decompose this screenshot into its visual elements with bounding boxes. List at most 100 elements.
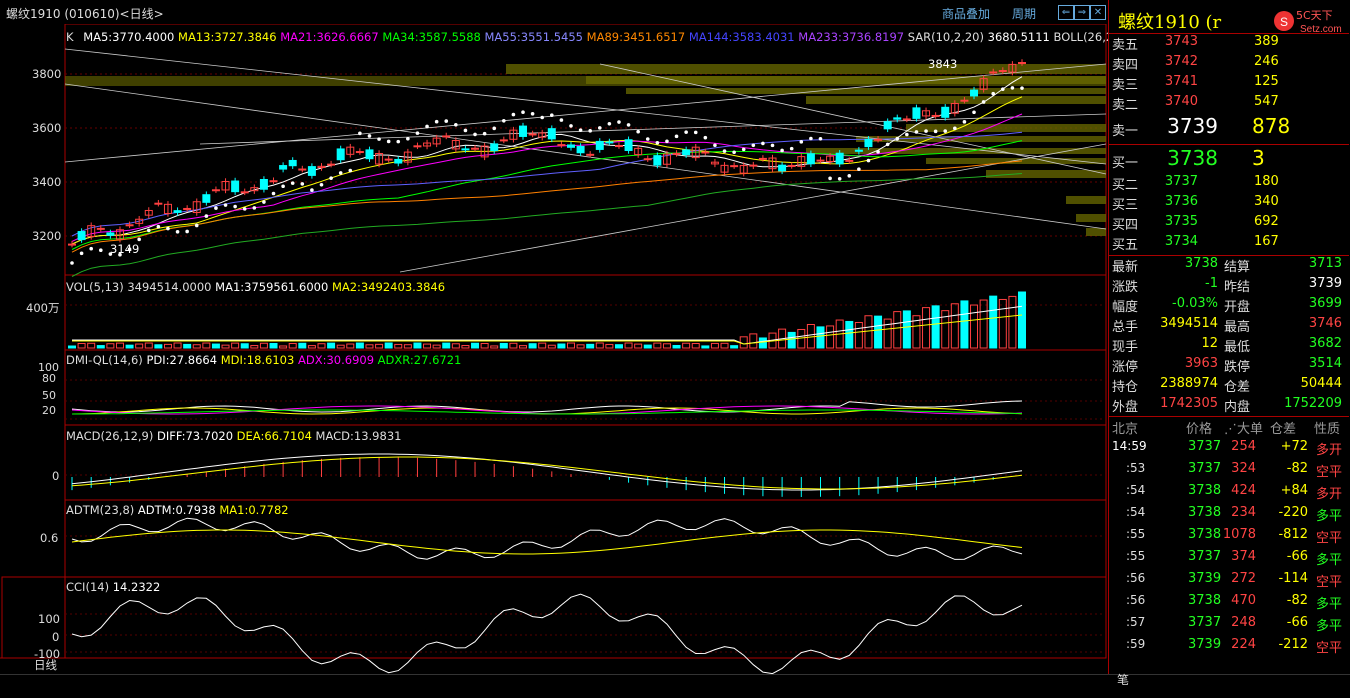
sar-dot: [741, 147, 746, 152]
low-label: 3149: [110, 242, 140, 256]
sar-dot: [415, 131, 420, 135]
ask-label: 卖一: [1112, 124, 1139, 139]
sar-dot: [473, 132, 477, 137]
bid-label: 买五: [1112, 238, 1139, 253]
bid-row-4[interactable]: 买四 3735 692: [1110, 214, 1348, 234]
candle-body: [365, 149, 374, 160]
volume-bar: [519, 345, 528, 349]
candle-body: [327, 163, 336, 166]
candle-body: [240, 191, 249, 194]
volume-bar: [211, 343, 220, 349]
sar-dot: [703, 135, 708, 140]
bid-volume: 3: [1252, 146, 1265, 170]
sar-dot: [252, 206, 257, 210]
bid-row-5[interactable]: 买五 3734 167: [1110, 234, 1348, 254]
tick-volume: 470: [1231, 593, 1256, 608]
stat-label: 最低: [1224, 340, 1251, 355]
sar-dot: [185, 229, 189, 234]
bid-row-2[interactable]: 买二 3737 180: [1110, 174, 1348, 194]
volume-profile-bar: [626, 88, 1106, 94]
candle-body: [471, 147, 480, 150]
volume-bar: [682, 342, 691, 349]
col-oi: 仓差: [1270, 422, 1297, 437]
candle-body: [355, 151, 364, 154]
scroll-right-icon[interactable]: ⇒: [1074, 5, 1090, 20]
tick-time: :54: [1126, 483, 1146, 497]
scroll-left-icon[interactable]: ⇐: [1058, 5, 1074, 20]
ma-line: [71, 113, 1023, 242]
candle-body: [106, 232, 115, 236]
stat-row: 外盘 1742305 内盘 1752209: [1110, 396, 1348, 416]
vol-ma1: MA1:3759561.6000: [215, 280, 329, 294]
period-button[interactable]: 周期: [1012, 5, 1036, 22]
tick-row: :55 3738 1078 -812 空平: [1110, 527, 1348, 547]
ask-label: 卖四: [1112, 58, 1139, 73]
volume-bar: [989, 295, 998, 349]
ask-volume: 125: [1254, 74, 1279, 89]
tick-row: :55 3737 374 -66 多平: [1110, 549, 1348, 569]
ma34-label: MA34:3587.5588: [382, 30, 481, 44]
sar-dot: [933, 129, 938, 134]
stat-value: 50444: [1300, 376, 1342, 391]
candle-body: [883, 121, 892, 130]
tick-volume: 254: [1231, 439, 1256, 454]
volume-profile-bar: [1076, 214, 1106, 222]
tick-nature: 空平: [1316, 465, 1343, 480]
sar-dot: [905, 132, 909, 137]
tick-price: 3738: [1188, 527, 1222, 542]
candle-body: [384, 158, 393, 161]
sar-dot: [1001, 87, 1005, 91]
candle-body: [758, 157, 767, 160]
ma233-label: MA233:3736.8197: [798, 30, 905, 44]
ask-row-3[interactable]: 卖三 3741 125: [1110, 74, 1348, 94]
tick-price: 3737: [1188, 549, 1222, 564]
period-label[interactable]: 日线: [34, 657, 57, 673]
tab-ticks[interactable]: 笔: [1117, 671, 1129, 688]
sar-dot: [358, 131, 362, 136]
sar-dot: [837, 176, 842, 181]
bid-row-1[interactable]: 买一 3738 3: [1110, 146, 1348, 174]
sar-dot: [319, 182, 324, 187]
sar-dot: [271, 191, 276, 196]
volume-bar: [77, 342, 86, 349]
tick-nature: 多开: [1316, 487, 1343, 502]
bid-row-3[interactable]: 买三 3736 340: [1110, 194, 1348, 214]
stat-value: 12: [1201, 336, 1218, 351]
tick-oi: -220: [1278, 505, 1308, 520]
stat-value: -1: [1205, 276, 1218, 291]
ma89-label: MA89:3451.6517: [586, 30, 686, 44]
candle-body: [701, 151, 710, 154]
sar-dot: [194, 223, 199, 228]
volume-bar: [192, 344, 201, 349]
dmi-tick-80: 80: [42, 372, 56, 385]
close-icon[interactable]: ✕: [1090, 5, 1106, 20]
volume-bar: [528, 343, 537, 349]
tick-nature: 多平: [1316, 597, 1343, 612]
volume-bar: [432, 344, 441, 349]
stat-value: 3494514: [1160, 316, 1218, 331]
ask-row-4[interactable]: 卖四 3742 246: [1110, 54, 1348, 74]
bid-label: 买二: [1112, 178, 1139, 193]
tick-row: :54 3738 424 +84 多开: [1110, 483, 1348, 503]
tick-volume: 324: [1231, 461, 1256, 476]
col-price: 价格: [1186, 422, 1213, 437]
vol-legend: VOL(5,13) 3494514.0000 MA1:3759561.6000 …: [66, 280, 445, 294]
overlay-button[interactable]: 商品叠加: [942, 5, 990, 22]
sar-dot: [1010, 86, 1015, 90]
macd-diff: DIFF:73.7020: [157, 429, 234, 443]
candle-body: [125, 224, 134, 227]
ask-row-2[interactable]: 卖二 3740 547: [1110, 94, 1348, 114]
kline-chart[interactable]: [0, 24, 1108, 674]
bid-volume: 167: [1254, 234, 1279, 249]
vol-label: VOL(5,13) 3494514.0000: [66, 280, 212, 294]
ask-row-5[interactable]: 卖五 3743 389: [1110, 34, 1348, 54]
stat-row: 总手 3494514 最高 3746: [1110, 316, 1348, 336]
sar-dot: [732, 150, 736, 155]
ask-row-1[interactable]: 卖一 3739 878: [1110, 114, 1348, 142]
volume-bar: [576, 344, 585, 349]
stat-row: 持仓 2388974 仓差 50444: [1110, 376, 1348, 396]
tick-time: :56: [1126, 571, 1146, 585]
bid-volume: 340: [1254, 194, 1279, 209]
candle-body: [499, 139, 508, 142]
stat-label: 外盘: [1112, 400, 1139, 415]
